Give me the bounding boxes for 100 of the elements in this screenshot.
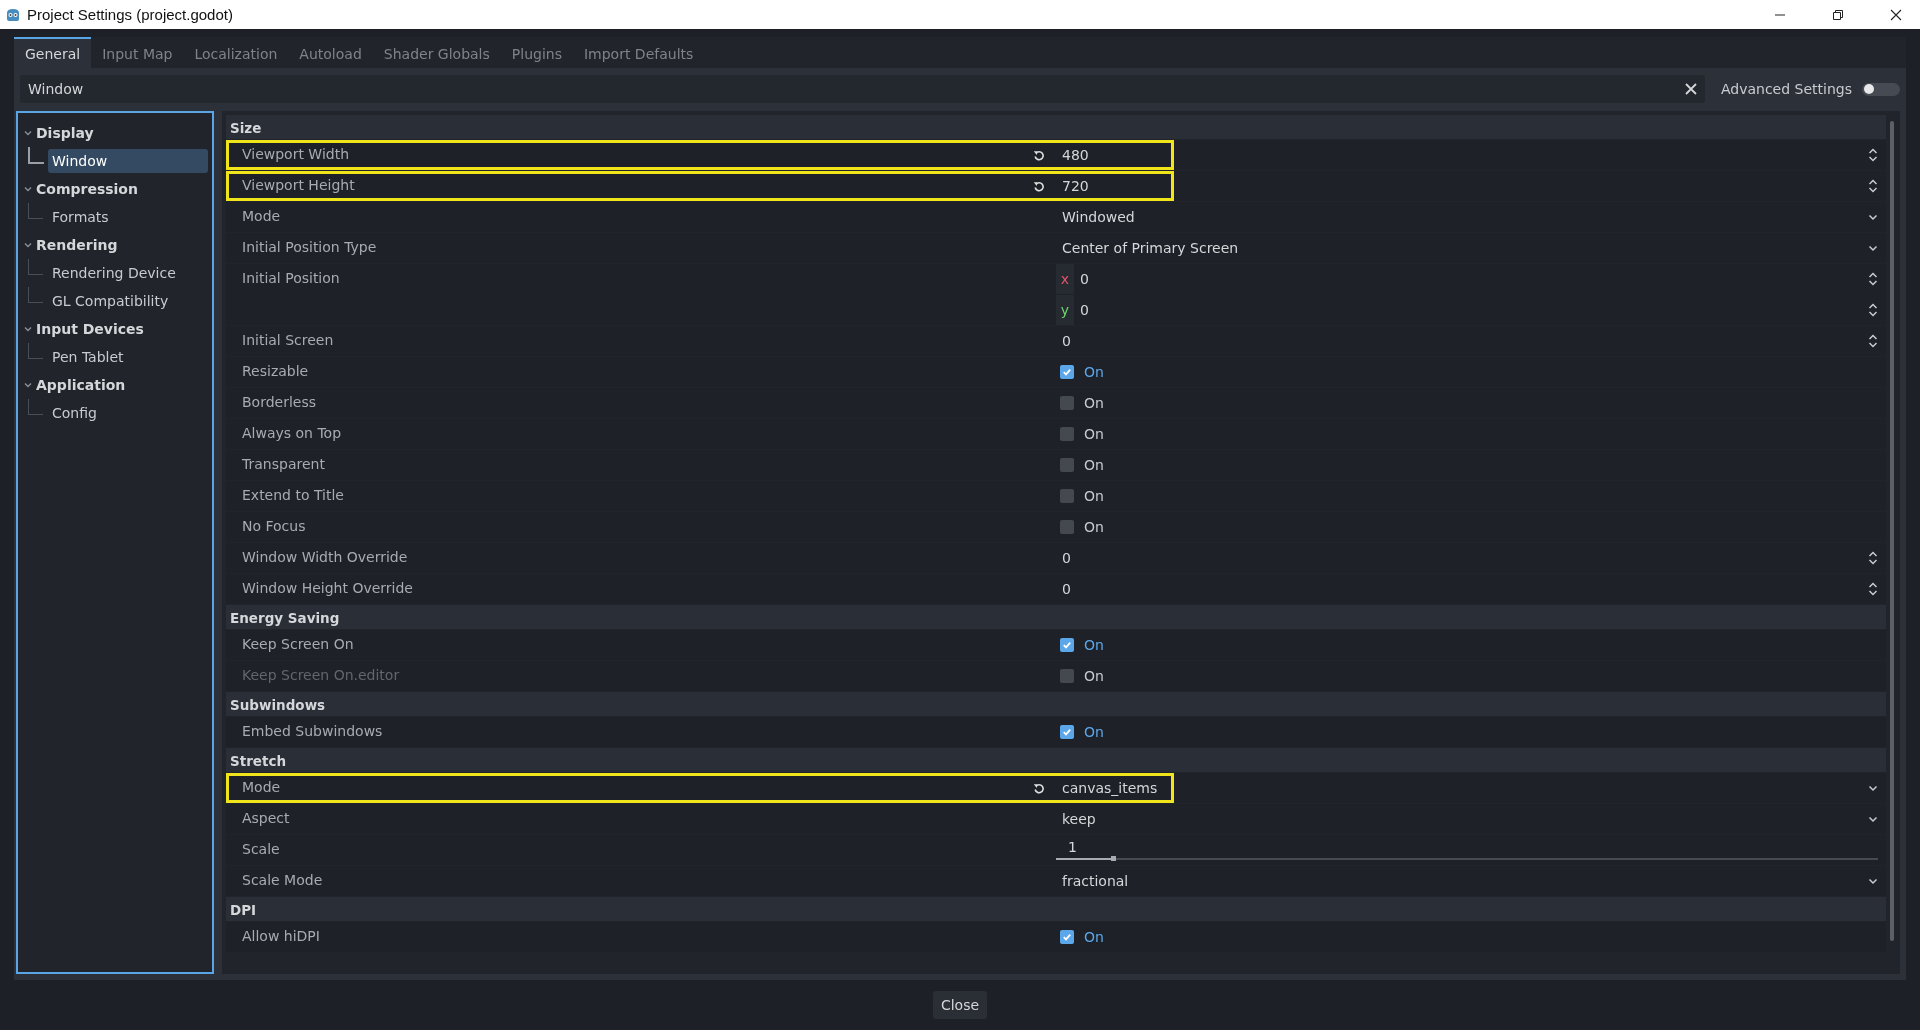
tree-item[interactable]: Rendering xyxy=(36,237,118,253)
property-label: Always on Top xyxy=(242,425,343,441)
checkbox[interactable] xyxy=(1060,725,1074,739)
spinner-icon[interactable] xyxy=(1868,582,1878,596)
checkbox[interactable] xyxy=(1060,638,1074,652)
dropdown[interactable]: Windowed xyxy=(1056,202,1886,232)
number-field[interactable]: 0 xyxy=(1056,326,1886,356)
tree-item[interactable]: Compression xyxy=(36,181,138,197)
tab[interactable]: Localization xyxy=(183,37,289,68)
close-icon[interactable] xyxy=(1890,8,1902,21)
dropdown[interactable]: Center of Primary Screen xyxy=(1056,233,1886,263)
revert-icon[interactable] xyxy=(1033,782,1045,794)
checkbox[interactable] xyxy=(1060,458,1074,472)
checkbox-label[interactable]: On xyxy=(1084,426,1104,442)
chevron-icon[interactable] xyxy=(24,381,32,389)
checkbox-label[interactable]: On xyxy=(1084,724,1104,740)
dropdown[interactable]: fractional xyxy=(1056,866,1886,896)
checkbox-label[interactable]: On xyxy=(1084,364,1104,380)
dropdown[interactable]: canvas_items xyxy=(1056,773,1886,803)
spinner-icon[interactable] xyxy=(1868,148,1878,162)
tree-item[interactable]: Display xyxy=(36,125,94,141)
spinner-icon[interactable] xyxy=(1868,179,1878,193)
checkbox[interactable] xyxy=(1060,396,1074,410)
section-header[interactable]: Stretch xyxy=(226,748,1886,772)
section-header[interactable]: DPI xyxy=(226,897,1886,921)
chevron-icon[interactable] xyxy=(24,185,32,193)
spinner-icon[interactable] xyxy=(1868,334,1878,348)
restore-icon[interactable] xyxy=(1832,8,1844,21)
clear-icon[interactable] xyxy=(1684,83,1697,95)
tree-item[interactable]: Application xyxy=(36,377,126,393)
spinner-icon[interactable] xyxy=(1868,303,1878,317)
tree-item[interactable]: Input Devices xyxy=(36,321,144,337)
checkbox-label[interactable]: On xyxy=(1084,929,1104,945)
check-icon xyxy=(1062,367,1072,377)
section-header[interactable]: Subwindows xyxy=(226,692,1886,716)
property-label: Resizable xyxy=(242,363,310,379)
property-label: Embed Subwindows xyxy=(242,723,384,739)
tree-item[interactable]: Config xyxy=(48,401,208,425)
property-label: Borderless xyxy=(242,394,318,410)
property-label: Keep Screen On xyxy=(242,636,355,652)
number-field[interactable]: x 0 xyxy=(1056,264,1886,294)
check-icon xyxy=(1062,727,1072,737)
tree-line xyxy=(28,287,43,303)
checkbox[interactable] xyxy=(1060,930,1074,944)
section-header[interactable]: Size xyxy=(226,115,1886,139)
checkbox[interactable] xyxy=(1060,520,1074,534)
checkbox-label[interactable]: On xyxy=(1084,637,1104,653)
property-label: Allow hiDPI xyxy=(242,928,321,944)
scrollbar[interactable] xyxy=(1890,121,1894,941)
property-label: Aspect xyxy=(242,810,291,826)
checkbox[interactable] xyxy=(1060,365,1074,379)
property-label: Keep Screen On.editor xyxy=(242,667,401,683)
robot-head-icon xyxy=(5,6,21,23)
tab[interactable]: Plugins xyxy=(500,37,573,68)
checkbox-label[interactable]: On xyxy=(1084,395,1104,411)
tree-line xyxy=(28,399,43,415)
spinner-icon[interactable] xyxy=(1868,551,1878,565)
tree-item[interactable]: Pen Tablet xyxy=(48,345,208,369)
tree-line xyxy=(28,147,44,164)
checkbox-label[interactable]: On xyxy=(1084,457,1104,473)
property-label: Initial Position Type xyxy=(242,239,378,255)
toggle-switch[interactable] xyxy=(1862,82,1900,96)
dropdown[interactable]: keep xyxy=(1056,804,1886,834)
tree-item[interactable]: Rendering Device xyxy=(48,261,208,285)
section-header[interactable]: Energy Saving xyxy=(226,605,1886,629)
number-field[interactable]: 0 xyxy=(1056,574,1886,604)
checkbox[interactable] xyxy=(1060,427,1074,441)
tree-line xyxy=(28,343,43,359)
number-field[interactable]: 0 xyxy=(1056,543,1886,573)
filter-field[interactable]: Window xyxy=(20,75,1705,103)
chevron-icon[interactable] xyxy=(24,241,32,249)
tree-item[interactable]: Formats xyxy=(48,205,208,229)
check-icon xyxy=(1062,640,1072,650)
property-label: No Focus xyxy=(242,518,307,534)
tree-item[interactable]: GL Compatibility xyxy=(48,289,208,313)
tree-item[interactable]: Window xyxy=(48,149,208,173)
tree-line xyxy=(28,203,43,219)
checkbox[interactable] xyxy=(1060,489,1074,503)
tab[interactable]: Shader Globals xyxy=(372,37,501,68)
spinner-icon[interactable] xyxy=(1868,272,1878,286)
revert-icon[interactable] xyxy=(1033,180,1045,192)
tree-line xyxy=(28,259,43,275)
property-label: Window Width Override xyxy=(242,549,409,565)
close-button[interactable]: Close xyxy=(932,991,988,1019)
tab[interactable]: Import Defaults xyxy=(572,37,705,68)
tab[interactable]: General xyxy=(14,37,92,68)
revert-icon[interactable] xyxy=(1033,149,1045,161)
property-label: Initial Screen xyxy=(242,332,335,348)
property-label: Transparent xyxy=(242,456,326,472)
tab[interactable]: Input Map xyxy=(91,37,184,68)
number-field[interactable]: 480 xyxy=(1056,140,1886,170)
checkbox-label[interactable]: On xyxy=(1084,488,1104,504)
number-field[interactable]: y 0 xyxy=(1056,295,1886,325)
checkbox-label[interactable]: On xyxy=(1084,519,1104,535)
chevron-icon[interactable] xyxy=(24,129,32,137)
advanced-settings-label: Advanced Settings xyxy=(1720,81,1852,97)
property-label: Scale xyxy=(242,841,281,857)
tab[interactable]: Autoload xyxy=(288,37,373,68)
number-field[interactable]: 720 xyxy=(1056,171,1886,201)
chevron-icon[interactable] xyxy=(24,325,32,333)
